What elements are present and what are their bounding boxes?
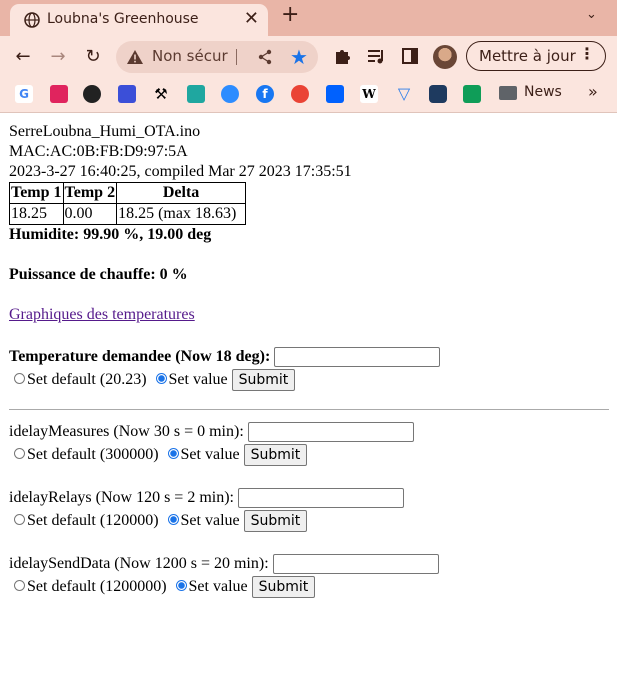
wikipedia-icon: W — [362, 87, 376, 101]
more-bookmarks-icon[interactable]: » — [588, 82, 598, 101]
radio-label: Set value — [188, 578, 248, 595]
temperature-default-radio[interactable] — [14, 372, 25, 384]
vpn-icon: ▽ — [397, 84, 411, 103]
bookmark-9[interactable] — [291, 85, 309, 103]
radio-label: Set default (20.23) — [27, 371, 147, 388]
measures-input[interactable] — [247, 422, 414, 443]
column-header: Temp 2 — [62, 182, 118, 204]
bookmark-wikipedia[interactable]: W — [360, 85, 378, 103]
measures-submit-button[interactable]: Submit — [243, 444, 308, 467]
radio-label: Set value — [180, 446, 240, 463]
menu-icon[interactable]: ⋮ — [579, 44, 595, 63]
temperature-graphs-link[interactable]: Graphiques des temperatures — [9, 306, 195, 323]
relays-default-radio[interactable] — [14, 513, 25, 525]
google-icon: G — [19, 87, 29, 101]
temperature-table: Temp 1 Temp 2 Delta 18.25 0.00 18.25 (ma… — [9, 182, 247, 225]
page-content: SerreLoubna_Humi_OTA.ino MAC:AC:0B:FB:D9… — [9, 122, 609, 599]
radio-label: Set value — [180, 512, 240, 529]
bookmark-google[interactable]: G — [15, 85, 33, 103]
bookmark-7[interactable] — [221, 85, 239, 103]
close-icon[interactable]: ✕ — [244, 8, 259, 29]
sketch-filename: SerreLoubna_Humi_OTA.ino — [9, 123, 201, 140]
divider — [9, 409, 609, 410]
relays-label: idelayRelays (Now 120 s = 2 min): — [9, 489, 234, 506]
temperature-value-radio[interactable] — [155, 372, 167, 384]
facebook-icon: f — [262, 87, 268, 101]
relays-value-radio[interactable] — [167, 513, 179, 525]
radio-label: Set default (300000) — [27, 446, 159, 463]
relays-input[interactable] — [238, 488, 404, 509]
tab-title: Loubna's Greenhouse — [47, 11, 199, 27]
folder-icon[interactable] — [499, 86, 517, 100]
bookmark-12[interactable]: ▽ — [395, 85, 413, 103]
new-tab-icon[interactable]: + — [281, 2, 299, 27]
back-icon[interactable]: ← — [11, 45, 35, 69]
heating-power-text: Puissance de chauffe: 0 % — [9, 266, 188, 283]
senddata-default-radio[interactable] — [14, 579, 25, 591]
table-cell: 0.00 — [62, 203, 118, 225]
radio-label: Set default (1200000) — [27, 578, 167, 595]
bookmark-14[interactable] — [463, 85, 481, 103]
side-panel-icon[interactable] — [400, 46, 420, 66]
bookmark-2[interactable] — [50, 85, 68, 103]
share-icon[interactable] — [256, 48, 274, 66]
measures-label: idelayMeasures (Now 30 s = 0 min): — [9, 423, 244, 440]
address-bar[interactable]: Non sécur ★ — [116, 41, 318, 73]
table-header-row: Temp 1 Temp 2 Delta — [9, 182, 247, 204]
bookmark-3[interactable] — [83, 85, 101, 103]
measures-default-radio[interactable] — [14, 447, 25, 459]
senddata-input[interactable] — [272, 554, 439, 575]
radio-label: Set value — [168, 371, 228, 388]
bookmarks-bar: G ⚒ f W ▽ News » — [0, 78, 617, 113]
mac-address: MAC:AC:0B:FB:D9:97:5A — [9, 143, 188, 160]
relays-submit-button[interactable]: Submit — [243, 510, 308, 533]
separator — [236, 49, 237, 65]
puzzle-icon[interactable] — [333, 46, 353, 66]
senddata-label: idelaySendData (Now 1200 s = 20 min): — [9, 555, 269, 572]
toolbar: ← → ↻ Non sécur ★ Mettre à jour ⋮ — [0, 36, 617, 78]
bookmark-folder-news[interactable]: News — [524, 84, 562, 100]
bookmark-6[interactable] — [187, 85, 205, 103]
temperature-label: Temperature demandee (Now 18 deg): — [9, 348, 271, 365]
forward-icon[interactable]: → — [46, 45, 70, 69]
temperature-submit-button[interactable]: Submit — [231, 369, 296, 392]
bookmark-dropbox[interactable] — [326, 85, 344, 103]
update-button-label: Mettre à jour — [479, 47, 576, 65]
globe-icon — [24, 12, 40, 28]
datetime-compiled: 2023-3-27 16:40:25, compiled Mar 27 2023… — [9, 163, 352, 180]
radio-label: Set default (120000) — [27, 512, 159, 529]
senddata-value-radio[interactable] — [175, 579, 187, 591]
update-button[interactable]: Mettre à jour ⋮ — [466, 41, 606, 71]
reading-list-icon[interactable] — [366, 46, 386, 66]
senddata-submit-button[interactable]: Submit — [251, 576, 316, 599]
column-header: Temp 1 — [9, 182, 64, 204]
humidity-text: Humidite: 99.90 %, 19.00 deg — [9, 226, 212, 243]
url-text: Non sécur — [152, 47, 228, 65]
chevron-down-icon[interactable]: ⌄ — [586, 7, 597, 22]
column-header: Delta — [116, 182, 247, 204]
table-cell: 18.25 — [9, 203, 64, 225]
table-row: 18.25 0.00 18.25 (max 18.63) — [9, 203, 247, 225]
tools-icon: ⚒ — [154, 85, 168, 103]
bookmark-4[interactable] — [118, 85, 136, 103]
warning-icon[interactable] — [126, 48, 144, 66]
tab-strip: Loubna's Greenhouse ✕ + ⌄ — [0, 0, 617, 36]
bookmark-facebook[interactable]: f — [256, 85, 274, 103]
avatar[interactable] — [433, 45, 457, 69]
reload-icon[interactable]: ↻ — [81, 45, 105, 69]
bookmark-13[interactable] — [429, 85, 447, 103]
measures-value-radio[interactable] — [167, 447, 179, 459]
star-icon[interactable]: ★ — [290, 45, 308, 69]
temperature-input[interactable] — [274, 347, 441, 368]
table-cell: 18.25 (max 18.63) — [116, 203, 247, 225]
bookmark-5[interactable]: ⚒ — [152, 85, 170, 103]
active-tab[interactable]: Loubna's Greenhouse ✕ — [10, 4, 268, 36]
